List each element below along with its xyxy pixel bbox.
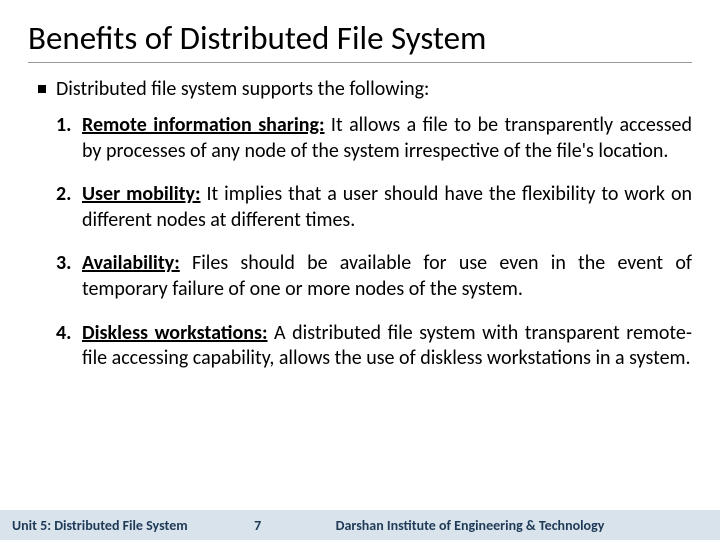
item-term: Remote information sharing:: [82, 113, 325, 137]
footer-institute: Darshan Institute of Engineering & Techn…: [328, 517, 720, 534]
item-term: User mobility:: [82, 182, 201, 206]
footer-page-number: 7: [188, 517, 328, 534]
item-number: 4.: [56, 321, 82, 372]
item-number: 1.: [56, 113, 82, 164]
item-body: Remote information sharing: It allows a …: [82, 113, 692, 164]
item-body: Diskless workstations: A distributed fil…: [82, 321, 692, 372]
item-number: 3.: [56, 251, 82, 302]
intro-text: Distributed file system supports the fol…: [56, 77, 429, 101]
item-body: Availability: Files should be available …: [82, 251, 692, 302]
list-item: 1. Remote information sharing: It allows…: [56, 113, 692, 164]
list-item: 4. Diskless workstations: A distributed …: [56, 321, 692, 372]
slide-content: Benefits of Distributed File System Dist…: [0, 0, 720, 372]
list-item: 2. User mobility: It implies that a user…: [56, 182, 692, 233]
square-bullet-icon: [38, 85, 46, 93]
item-number: 2.: [56, 182, 82, 233]
item-term: Availability:: [82, 251, 180, 275]
slide-title: Benefits of Distributed File System: [28, 18, 692, 63]
footer-unit: Unit 5: Distributed File System: [0, 517, 188, 534]
benefits-list: 1. Remote information sharing: It allows…: [56, 113, 692, 372]
intro-line: Distributed file system supports the fol…: [38, 77, 692, 101]
slide-footer: Unit 5: Distributed File System 7 Darsha…: [0, 510, 720, 540]
list-item: 3. Availability: Files should be availab…: [56, 251, 692, 302]
item-body: User mobility: It implies that a user sh…: [82, 182, 692, 233]
item-term: Diskless workstations:: [82, 321, 267, 345]
